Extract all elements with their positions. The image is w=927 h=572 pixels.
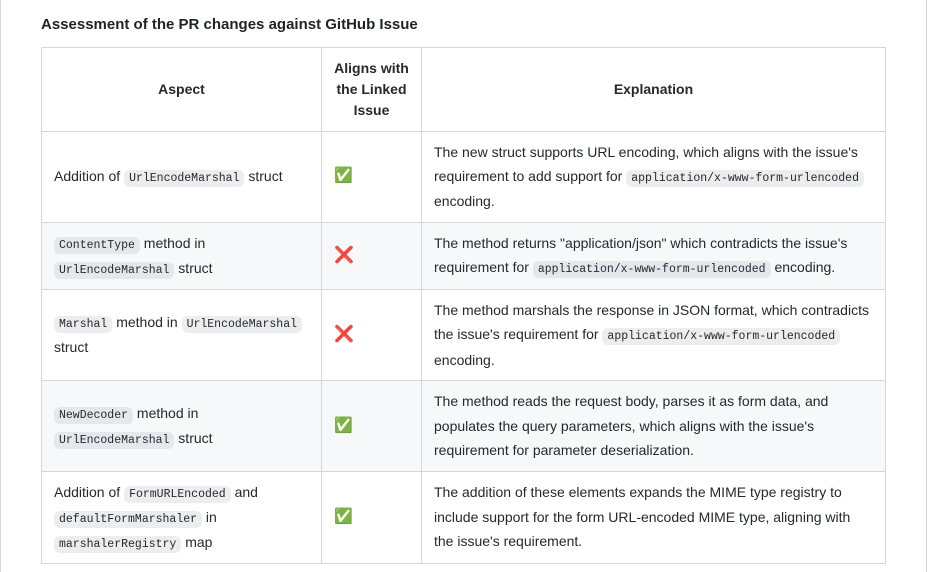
section-heading: Assessment of the PR changes against Git…	[41, 0, 886, 47]
explanation-cell: The method returns "application/json" wh…	[422, 222, 886, 289]
explanation-cell: The method reads the request body, parse…	[422, 381, 886, 472]
code-token: marshalerRegistry	[54, 536, 181, 553]
code-token: Marshal	[54, 316, 112, 333]
code-token: NewDecoder	[54, 407, 133, 424]
col-header-aspect: Aspect	[42, 47, 322, 131]
table-row: Marshal method in UrlEncodeMarshal struc…	[42, 289, 886, 380]
aspect-cell: Addition of FormURLEncoded and defaultFo…	[42, 471, 322, 563]
aspect-cell: NewDecoder method in UrlEncodeMarshal st…	[42, 381, 322, 472]
table-row: ContentType method in UrlEncodeMarshal s…	[42, 222, 886, 289]
aligns-cell: ✅	[322, 131, 422, 222]
code-token: UrlEncodeMarshal	[54, 262, 174, 279]
aspect-cell: Addition of UrlEncodeMarshal struct	[42, 131, 322, 222]
assessment-table: Aspect Aligns with the Linked Issue Expl…	[41, 47, 886, 564]
table-header-row: Aspect Aligns with the Linked Issue Expl…	[42, 47, 886, 131]
aspect-cell: Marshal method in UrlEncodeMarshal struc…	[42, 289, 322, 380]
code-token: FormURLEncoded	[124, 486, 231, 503]
table-row: NewDecoder method in UrlEncodeMarshal st…	[42, 381, 886, 472]
table-row: Addition of FormURLEncoded and defaultFo…	[42, 471, 886, 563]
aligns-cell: ✅	[322, 381, 422, 472]
explanation-cell: The addition of these elements expands t…	[422, 471, 886, 563]
code-token: UrlEncodeMarshal	[182, 316, 302, 333]
aligns-cell: ❌	[322, 222, 422, 289]
code-token: application/x-www-form-urlencoded	[533, 261, 771, 278]
explanation-cell: The method marshals the response in JSON…	[422, 289, 886, 380]
cross-icon: ❌	[334, 247, 354, 264]
assessment-container: Assessment of the PR changes against Git…	[0, 0, 927, 572]
code-token: application/x-www-form-urlencoded	[602, 328, 840, 345]
aligns-cell: ❌	[322, 289, 422, 380]
col-header-aligns: Aligns with the Linked Issue	[322, 47, 422, 131]
code-token: defaultFormMarshaler	[54, 511, 202, 528]
check-icon: ✅	[334, 417, 353, 434]
code-token: UrlEncodeMarshal	[54, 432, 174, 449]
table-row: Addition of UrlEncodeMarshal struct ✅ The …	[42, 131, 886, 222]
explanation-cell: The new struct supports URL encoding, wh…	[422, 131, 886, 222]
check-icon: ✅	[334, 167, 353, 184]
code-token: UrlEncodeMarshal	[124, 170, 244, 187]
table-body: Addition of UrlEncodeMarshal struct ✅ The …	[42, 131, 886, 563]
code-token: ContentType	[54, 237, 140, 254]
aspect-cell: ContentType method in UrlEncodeMarshal s…	[42, 222, 322, 289]
aligns-cell: ✅	[322, 471, 422, 563]
code-token: application/x-www-form-urlencoded	[626, 170, 864, 187]
check-icon: ✅	[334, 508, 353, 525]
col-header-explanation: Explanation	[422, 47, 886, 131]
cross-icon: ❌	[334, 326, 354, 343]
